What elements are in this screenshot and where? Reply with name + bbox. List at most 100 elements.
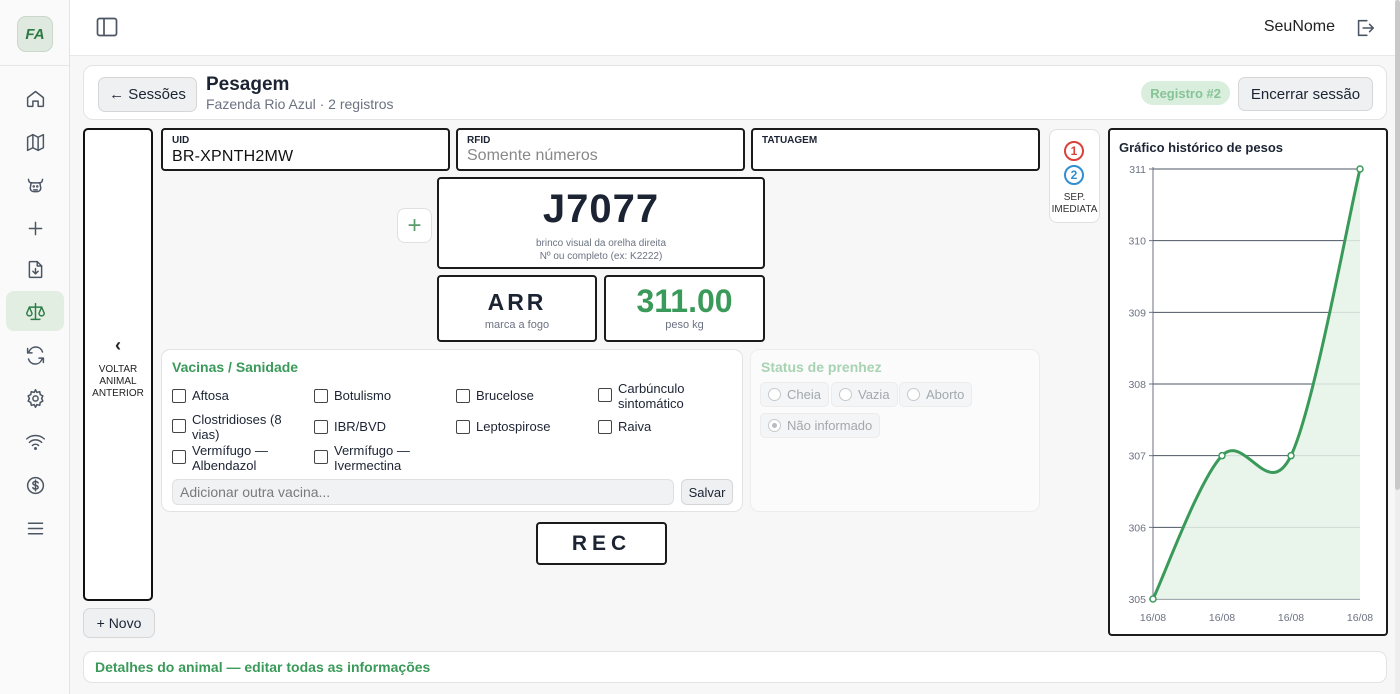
rfid-input[interactable] [467,147,727,165]
uid-field[interactable]: UID BR-XPNTH2MW [161,128,450,171]
sidebar-toggle-button[interactable] [96,17,118,37]
visual-tag-value: J7077 [542,187,660,231]
chart-y-tick-label: 311 [1129,164,1146,176]
save-vaccine-button[interactable]: Salvar [681,479,733,505]
sidebar-item-import[interactable] [6,249,64,289]
vaccine-item[interactable]: Carbúnculo sintomático [598,381,730,411]
vaccine-item[interactable]: Raiva [598,419,730,434]
sidebar-item-finance[interactable] [6,465,64,505]
sidebar-item-home[interactable] [6,78,64,118]
registro-badge: Registro #2 [1141,81,1230,105]
radio-button[interactable] [907,388,920,401]
vaccine-item[interactable]: Clostridioses (8 vias) [172,412,304,442]
new-animal-button[interactable]: + Novo [83,608,155,638]
chart-y-tick-label: 307 [1128,451,1146,463]
separation-badge-2: 2 [1064,165,1084,185]
rec-button[interactable]: REC [536,522,667,565]
panel-left-icon [96,17,118,37]
logout-icon [1357,19,1375,37]
back-to-sessions-button[interactable]: ← Sessões [98,77,197,112]
chart-y-tick-label: 308 [1128,379,1146,391]
vaccine-checkbox[interactable] [172,450,186,464]
radio-button-selected[interactable] [768,419,781,432]
weight-caption: peso kg [665,319,704,331]
add-vaccine-input[interactable] [172,479,674,505]
pregnancy-title: Status de prenhez [761,359,882,375]
chart-y-tick-label: 306 [1128,522,1146,534]
uid-value[interactable]: BR-XPNTH2MW [172,148,293,166]
radio-button[interactable] [839,388,852,401]
weight-field[interactable]: 311.00 peso kg [604,275,765,342]
vaccine-item[interactable]: Vermífugo — Albendazol [172,443,304,473]
vaccine-checkbox[interactable] [456,389,470,403]
vaccine-item[interactable]: Vermífugo — Ivermectina [314,443,446,473]
vaccine-label: Vermífugo — Ivermectina [334,443,410,473]
chart-y-tick-label: 309 [1128,307,1146,319]
weight-history-chart: Gráfico histórico de pesos 305 306 307 308 3… [1108,128,1388,636]
vaccine-item[interactable]: Aftosa [172,388,304,403]
vaccine-label: Vermífugo — Albendazol [192,443,268,473]
page-scrollbar[interactable] [1395,0,1400,694]
vaccine-item[interactable]: Brucelose [456,388,588,403]
sidebar-item-weighing[interactable] [6,291,64,331]
animal-details-link[interactable]: Detalhes do animal — editar todas as inf… [95,659,430,675]
vaccine-checkbox[interactable] [314,389,328,403]
vaccine-item[interactable]: IBR/BVD [314,419,446,434]
sidebar-item-menu[interactable] [6,508,64,548]
session-header: ← Sessões Pesagem Fazenda Rio Azul · 2 r… [83,65,1387,120]
radio-button[interactable] [768,388,781,401]
vaccine-label: Clostridioses (8 vias) [192,412,282,442]
dollar-icon [26,476,44,494]
chart-x-tick-label: 16/08 [1347,612,1373,624]
add-tag-button[interactable]: + [397,208,432,243]
vaccine-checkbox[interactable] [598,420,612,434]
vaccine-label: Brucelose [476,388,534,403]
vaccine-checkbox[interactable] [172,389,186,403]
uid-label: UID [172,135,190,146]
vaccines-card: Vacinas / Sanidade Aftosa Botulismo Bruc… [161,349,743,512]
pregnancy-option-nao-informado[interactable]: Não informado [760,413,881,438]
app-logo[interactable]: FA [17,16,53,52]
vaccine-checkbox[interactable] [314,450,328,464]
immediate-separation-button[interactable]: 1 2 SEP. IMEDIATA [1049,129,1100,223]
pregnancy-option-label: Vazia [858,387,890,402]
wifi-icon [25,434,45,450]
vaccine-checkbox[interactable] [314,420,328,434]
rfid-field[interactable]: RFID [456,128,745,171]
map-icon [26,133,44,151]
pregnancy-option-vazia[interactable]: Vazia [831,382,898,407]
pregnancy-option-cheia[interactable]: Cheia [760,382,829,407]
tatuagem-label: TATUAGEM [762,135,818,146]
vaccine-item[interactable]: Leptospirose [456,419,588,434]
vaccine-label: Carbúnculo sintomático [618,381,685,411]
file-download-icon [28,260,42,278]
tatuagem-input[interactable] [762,147,1022,165]
end-session-button[interactable]: Encerrar sessão [1238,77,1373,111]
sidebar-item-connectivity[interactable] [6,421,64,461]
vaccine-checkbox[interactable] [456,420,470,434]
visual-tag-caption: brinco visual da orelha direita Nº ou co… [439,237,763,263]
visual-tag-field[interactable]: J7077 brinco visual da orelha direita Nº… [437,177,765,269]
scrollbar-thumb[interactable] [1395,0,1400,490]
logout-button[interactable] [1354,17,1376,39]
tatuagem-field[interactable]: TATUAGEM [751,128,1040,171]
vaccine-checkbox[interactable] [598,388,612,402]
menu-icon [27,522,43,534]
pregnancy-option-label: Não informado [787,418,873,433]
sidebar-item-map[interactable] [6,122,64,162]
sidebar-item-add[interactable] [6,208,64,248]
weight-value: 311.00 [636,283,733,319]
previous-animal-button[interactable]: ‹ Voltar animal anterior [83,128,153,601]
user-name[interactable]: SeuNome [1264,18,1335,36]
top-bar: SeuNome [70,0,1400,56]
sidebar-item-sync[interactable] [6,335,64,375]
brand-field[interactable]: ARR marca a fogo [437,275,597,342]
vaccine-checkbox[interactable] [172,419,186,433]
sidebar-item-settings[interactable] [6,378,64,418]
animal-details-card[interactable]: Detalhes do animal — editar todas as inf… [83,651,1387,683]
scale-icon [25,302,45,320]
vaccine-item[interactable]: Botulismo [314,388,446,403]
pregnancy-option-aborto[interactable]: Aborto [899,382,973,407]
chart-x-tick-label: 16/08 [1209,612,1235,624]
sidebar-item-cattle[interactable] [6,165,64,205]
